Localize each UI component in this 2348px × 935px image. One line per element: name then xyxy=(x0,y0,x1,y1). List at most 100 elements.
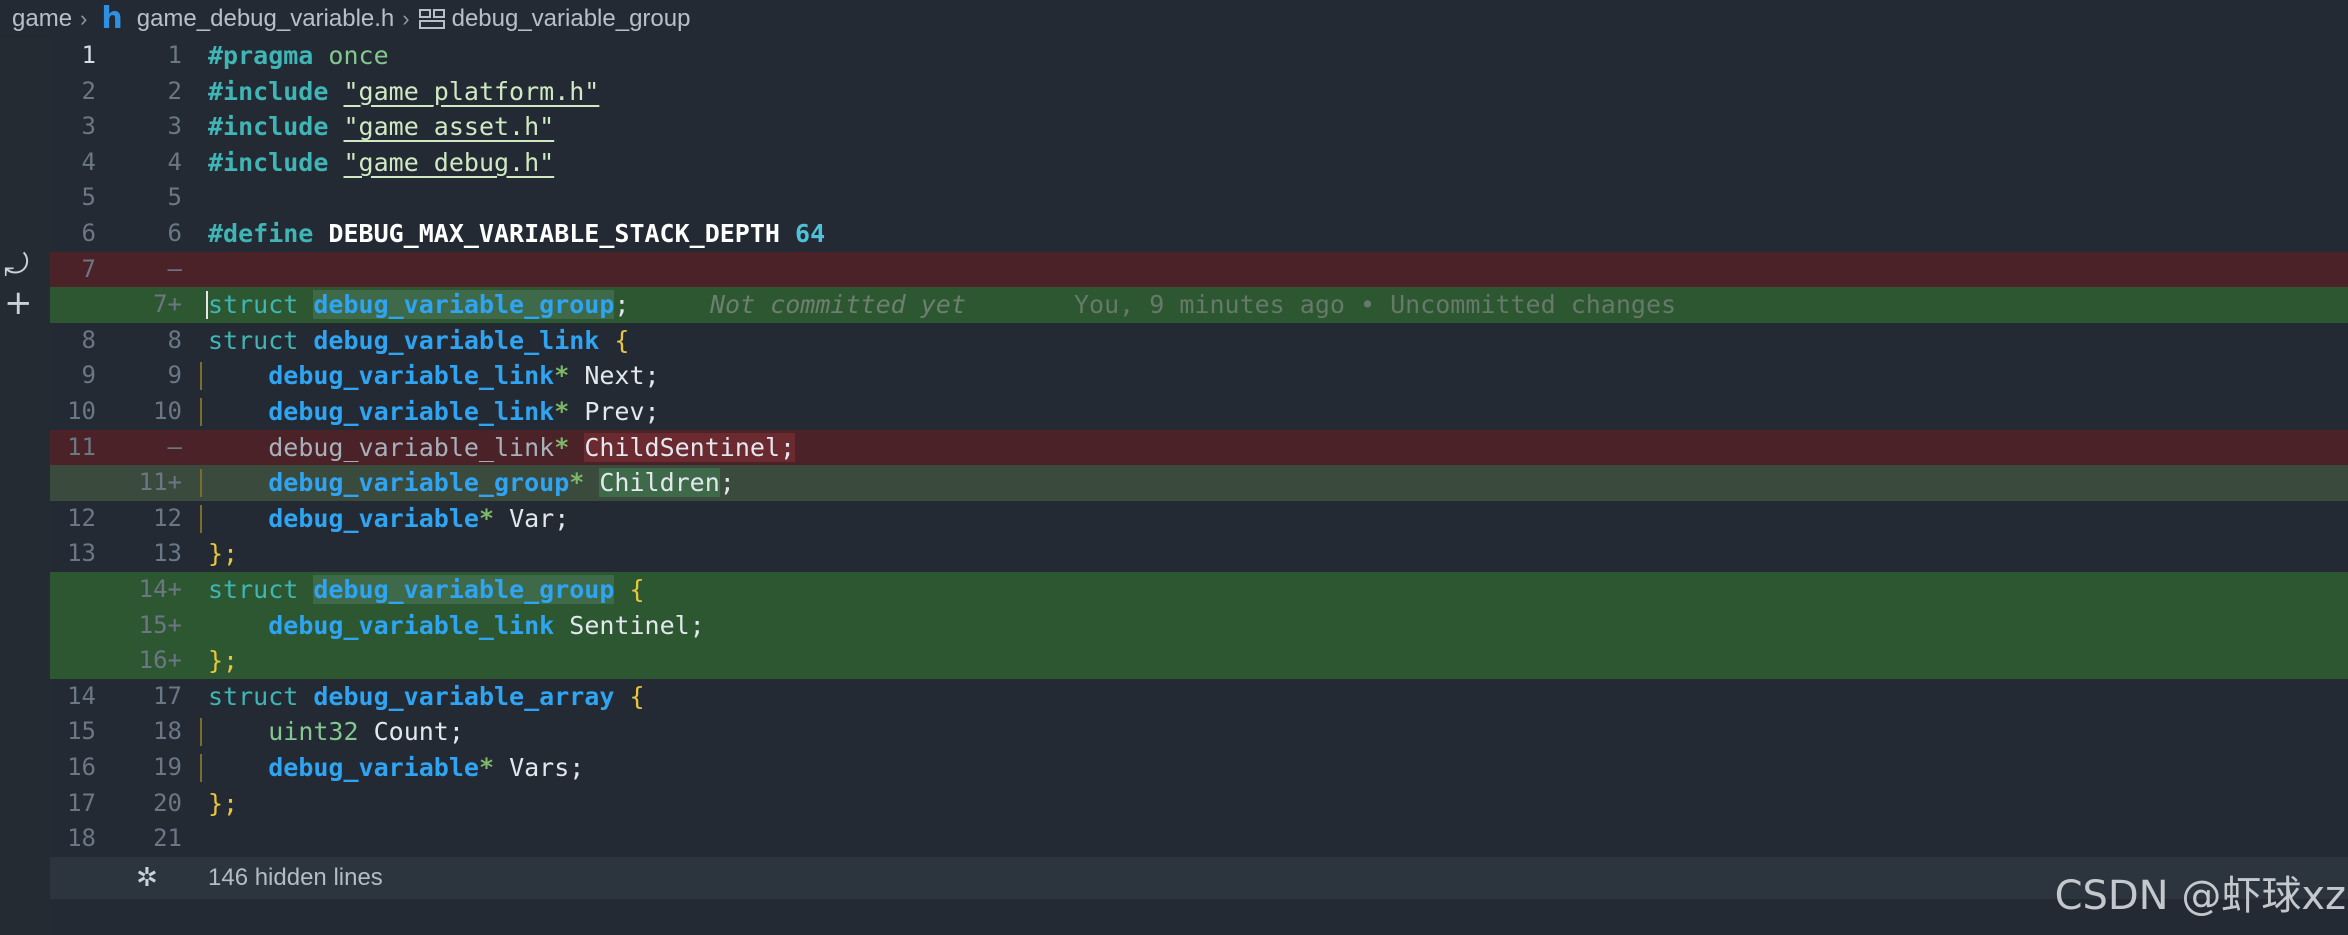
line-number-old: 5 xyxy=(81,183,96,212)
code-line: 3 3 #include "game_asset.h" xyxy=(50,109,2348,145)
line-number-old: 3 xyxy=(81,112,96,141)
line-number-new: 18 xyxy=(153,717,182,746)
struct-icon xyxy=(418,9,445,29)
code-line: 6 6 #define DEBUG_MAX_VARIABLE_STACK_DEP… xyxy=(50,216,2348,252)
code-text: debug_variable_link* Prev; xyxy=(268,397,660,426)
line-number-new: 14+ xyxy=(138,575,182,603)
added-line: 11+ debug_variable_group* Children; xyxy=(50,465,2348,501)
fold-icon[interactable]: ✲ xyxy=(136,857,158,899)
code-text: debug_variable_group* Children; xyxy=(268,468,735,498)
code-text: #include "game_asset.h" xyxy=(208,112,555,142)
added-line: 14+ struct debug_variable_group { xyxy=(50,572,2348,608)
line-number-old: 11 xyxy=(67,432,96,461)
indent-guide xyxy=(200,754,202,782)
line-number-old: 17 xyxy=(67,788,96,817)
line-number-new: 12 xyxy=(153,503,182,532)
activity-strip: ⤾ + xyxy=(0,38,50,935)
breadcrumb: game › h game_debug_variable.h › debug_v… xyxy=(0,0,2348,38)
line-number-new: — xyxy=(167,432,182,461)
h-file-icon: h xyxy=(101,1,123,36)
line-number-old: 13 xyxy=(67,539,96,568)
line-number-old: 16 xyxy=(67,753,96,781)
code-line: 1 1 #pragma once xyxy=(50,38,2348,74)
code-line: 5 5 xyxy=(50,180,2348,216)
line-number-new: 5 xyxy=(167,183,182,212)
code-text: #pragma once xyxy=(208,41,389,70)
line-number-new: 20 xyxy=(153,788,182,817)
code-text: uint32 Count; xyxy=(268,717,464,747)
indent-guide xyxy=(200,469,202,498)
added-line: 16+ }; xyxy=(50,643,2348,679)
code-text: }; xyxy=(208,788,239,818)
chevron-right-icon: › xyxy=(402,6,410,31)
line-number-old: 14 xyxy=(67,681,96,710)
line-number-new: 19 xyxy=(153,753,182,781)
line-number-old: 18 xyxy=(67,824,96,853)
line-number-new: 7+ xyxy=(153,290,182,319)
line-number-new: 11+ xyxy=(138,468,182,497)
code-line: 17 20 }; xyxy=(50,786,2348,822)
add-icon[interactable]: + xyxy=(4,286,33,320)
line-number-new: 10 xyxy=(153,397,182,425)
breadcrumb-symbol[interactable]: debug_variable_group xyxy=(452,5,691,33)
deleted-line: 7 — xyxy=(50,251,2348,288)
code-text: }; xyxy=(208,539,239,569)
indent-guide xyxy=(200,362,202,391)
line-number-old: 6 xyxy=(81,219,96,247)
code-text: debug_variable_link* Next; xyxy=(268,361,660,391)
breadcrumb-file[interactable]: game_debug_variable.h xyxy=(137,5,395,33)
code-text: #define DEBUG_MAX_VARIABLE_STACK_DEPTH 6… xyxy=(208,219,826,248)
hidden-lines-bar[interactable]: ✲ 146 hidden lines xyxy=(50,857,2348,899)
line-number-new: 4 xyxy=(167,147,182,176)
line-number-new: 9 xyxy=(167,361,182,390)
code-line: 12 12 debug_variable* Var; xyxy=(50,501,2348,537)
line-number-old: 7 xyxy=(81,254,96,283)
code-text: #include "game_platform.h" xyxy=(208,76,600,106)
line-number-new: 17 xyxy=(153,681,182,710)
code-text: struct debug_variable_array { xyxy=(208,681,645,711)
indent-guide xyxy=(200,398,202,426)
line-number-new: 8 xyxy=(167,325,182,354)
line-number-new: 16+ xyxy=(138,646,182,675)
code-text: #include "game_debug.h" xyxy=(208,147,555,177)
indent-guide xyxy=(200,718,202,747)
line-number-old: 12 xyxy=(67,503,96,532)
line-number-new: 3 xyxy=(167,112,182,141)
line-number-old: 4 xyxy=(81,147,96,176)
breadcrumb-root[interactable]: game xyxy=(12,5,72,33)
added-line: 7+ struct debug_variable_group; Not comm… xyxy=(50,287,2348,323)
code-editor[interactable]: 1 1 #pragma once 2 2 #include "game_plat… xyxy=(50,38,2348,935)
code-line: 13 13 }; xyxy=(50,536,2348,572)
code-text: struct debug_variable_group; xyxy=(208,290,630,320)
code-line: 2 2 #include "game_platform.h" xyxy=(50,74,2348,110)
watermark: CSDN @虾球xz xyxy=(2054,873,2346,919)
added-line: 15+ debug_variable_link Sentinel; xyxy=(50,607,2348,644)
deleted-line: 11 — debug_variable_link* ChildSentinel; xyxy=(50,429,2348,466)
code-text: debug_variable_link Sentinel; xyxy=(268,610,705,640)
code-text: debug_variable* Vars; xyxy=(268,753,585,782)
line-number-new: 2 xyxy=(167,76,182,105)
code-line: 16 19 debug_variable* Vars; xyxy=(50,750,2348,786)
blame-status: Not committed yet xyxy=(710,290,966,320)
line-number-new: 1 xyxy=(167,41,182,69)
blame-info[interactable]: You, 9 minutes ago • Uncommitted changes xyxy=(1074,287,1676,323)
line-number-new: — xyxy=(167,254,182,283)
include-link[interactable]: "game_asset.h" xyxy=(343,112,554,141)
code-text: }; xyxy=(208,646,239,676)
code-text: debug_variable* Var; xyxy=(268,503,570,533)
include-link[interactable]: "game_platform.h" xyxy=(343,77,599,106)
line-number-new: 6 xyxy=(167,219,182,247)
code-line: 8 8 struct debug_variable_link { xyxy=(50,323,2348,359)
line-number-old: 1 xyxy=(81,41,96,69)
line-number-new: 21 xyxy=(153,824,182,853)
revert-icon[interactable]: ⤾ xyxy=(4,251,29,281)
code-line: 18 21 xyxy=(50,821,2348,857)
line-number-old: 9 xyxy=(81,361,96,390)
code-text: struct debug_variable_link { xyxy=(208,325,630,355)
chevron-right-icon: › xyxy=(80,6,88,31)
line-number-old: 8 xyxy=(81,325,96,354)
code-line: 9 9 debug_variable_link* Next; xyxy=(50,358,2348,394)
line-number-new: 15+ xyxy=(138,610,182,639)
include-link[interactable]: "game_debug.h" xyxy=(343,148,554,177)
code-text: struct debug_variable_group { xyxy=(208,575,645,604)
